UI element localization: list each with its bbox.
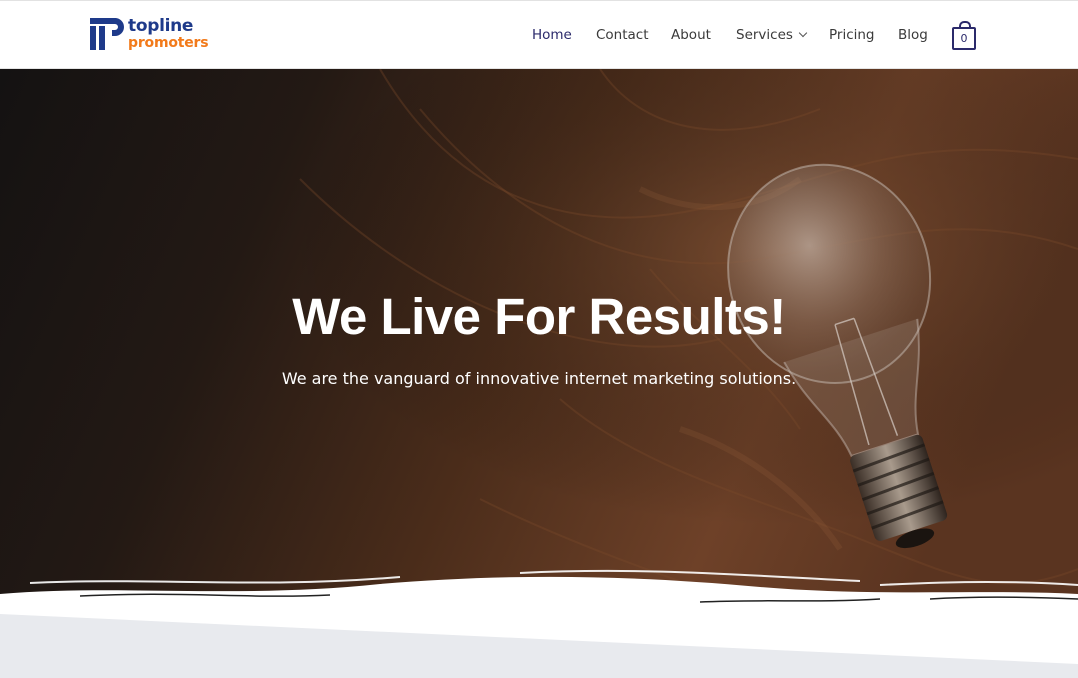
chevron-down-icon [798,28,808,38]
nav-item-about[interactable]: About [671,27,711,43]
nav-item-services-label: Services [736,27,793,43]
nav-item-home[interactable]: Home [532,27,572,43]
cart-count: 0 [952,27,976,50]
cart-button[interactable]: 0 [952,21,976,50]
nav-item-pricing[interactable]: Pricing [829,27,875,43]
nav-item-services[interactable]: Services [736,27,808,43]
main-nav: Home Contact About Services Pricing Blog [0,1,1078,69]
hero-section: We Live For Results! We are the vanguard… [0,69,1078,678]
site-header: topline promoters Home Contact About Ser… [0,1,1078,69]
hero-wave-divider [0,569,1078,678]
nav-item-contact[interactable]: Contact [596,27,649,43]
nav-item-blog[interactable]: Blog [898,27,928,43]
